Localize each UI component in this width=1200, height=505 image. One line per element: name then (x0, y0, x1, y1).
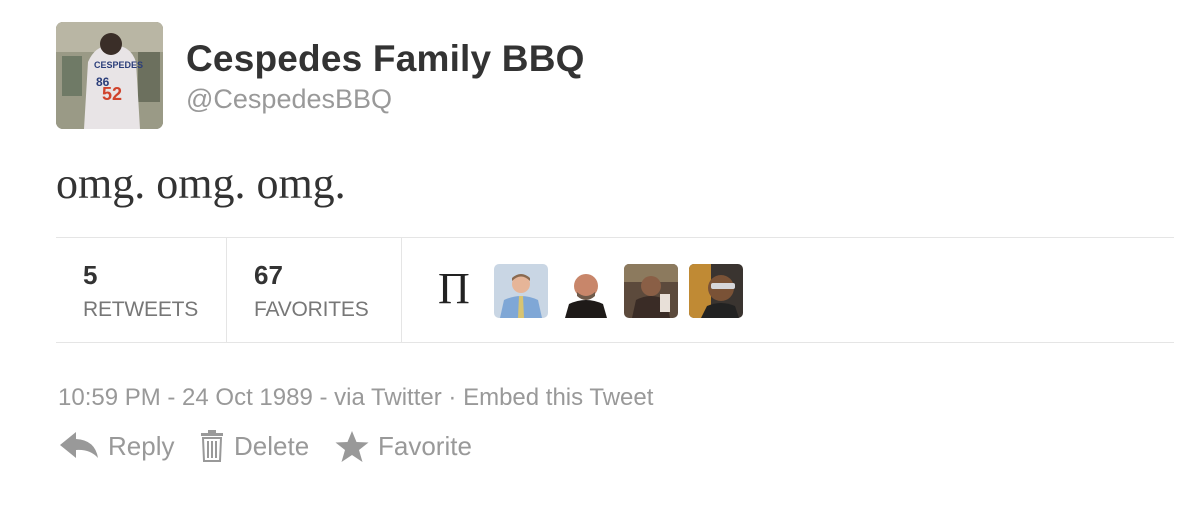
display-name[interactable]: Cespedes Family BBQ (186, 38, 585, 80)
delete-label: Delete (234, 431, 310, 461)
reply-icon (58, 430, 100, 467)
favorites-label: FAVORITES (254, 298, 369, 321)
retweets-label: RETWEETS (83, 298, 199, 321)
favoriter-avatar[interactable] (624, 264, 678, 318)
via-text: - via Twitter (312, 384, 442, 411)
favorite-button[interactable]: Favorite (334, 426, 484, 466)
tweet-card: CESPEDES 52 86 Cespedes Family BBQ @Cesp… (0, 0, 1200, 505)
svg-text:86: 86 (96, 75, 110, 89)
reply-button[interactable]: Reply (58, 426, 178, 466)
favoriter-pi-avatar[interactable]: Π (438, 267, 470, 311)
retweets-count: 5 (83, 260, 98, 290)
favoriter-avatar[interactable] (559, 264, 613, 318)
favorite-label: Favorite (378, 431, 472, 461)
delete-button[interactable]: Delete (200, 426, 315, 466)
screen-name[interactable]: @CespedesBBQ (186, 84, 392, 115)
profile-avatar[interactable]: CESPEDES 52 86 (56, 22, 163, 129)
favorites-count: 67 (254, 260, 283, 290)
tweet-text: omg. omg. omg. (56, 159, 346, 208)
retweets-stat[interactable]: 5 RETWEETS (56, 238, 227, 342)
favoriter-avatar[interactable] (494, 264, 548, 318)
favorites-stat[interactable]: 67 FAVORITES (227, 238, 402, 342)
tweet-stats: 5 RETWEETS 67 FAVORITES (56, 237, 1174, 343)
meta-separator: · (441, 384, 464, 411)
timestamp-link[interactable]: 10:59 PM - 24 Oct 1989 (58, 384, 313, 411)
star-icon (334, 430, 370, 471)
trash-icon (200, 430, 224, 469)
favoriter-avatar[interactable] (689, 264, 743, 318)
tweet-meta: 10:59 PM - 24 Oct 1989 - via Twitter · E… (58, 384, 653, 412)
svg-text:CESPEDES: CESPEDES (94, 60, 143, 70)
reply-label: Reply (108, 431, 175, 461)
embed-tweet-link[interactable]: Embed this Tweet (463, 384, 653, 411)
